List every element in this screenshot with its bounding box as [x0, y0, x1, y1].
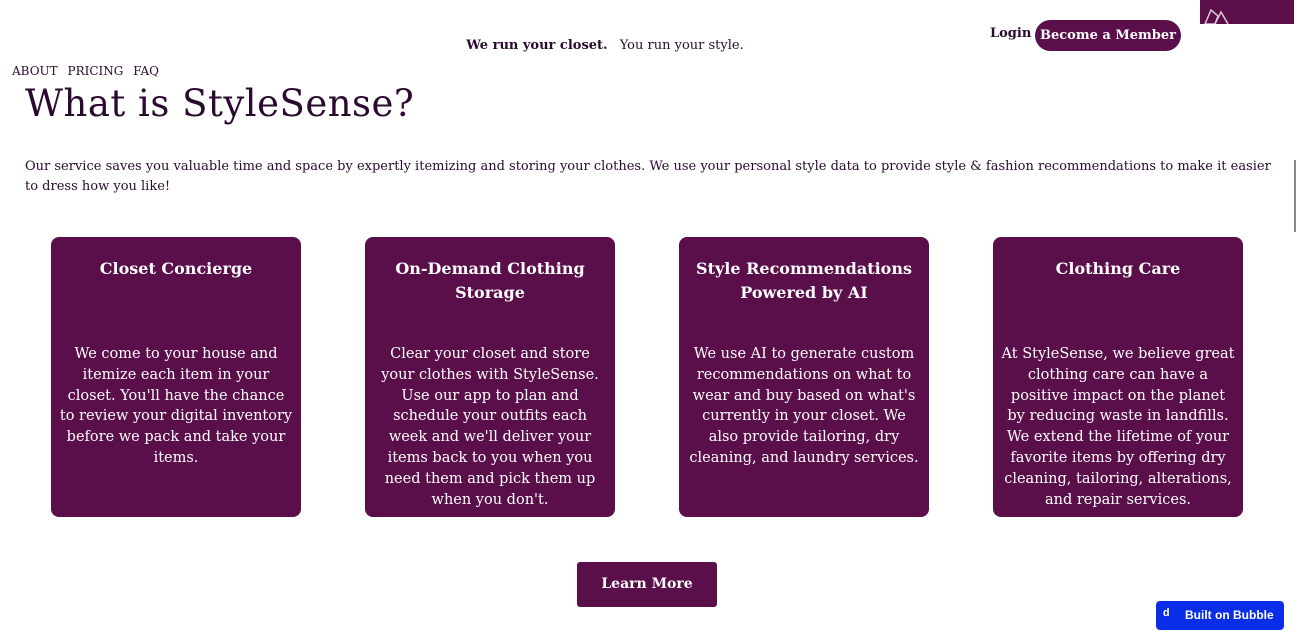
service-card-clothing-storage: On-Demand Clothing Storage Clear your cl…	[365, 237, 615, 517]
card-title: Clothing Care	[1055, 259, 1181, 278]
bubble-logo-icon: ᵈ	[1163, 607, 1170, 624]
card-body: We come to your house and itemize each i…	[59, 346, 293, 466]
nav-item-about[interactable]: ABOUT	[12, 64, 58, 78]
card-body: We use AI to generate custom recommendat…	[689, 346, 919, 466]
scrollbar[interactable]	[1294, 160, 1296, 232]
badge-label: Built on Bubble	[1185, 608, 1274, 622]
hanger-logo-icon	[1204, 8, 1229, 24]
login-link[interactable]: Login	[990, 26, 1031, 41]
nav-item-pricing[interactable]: PRICING	[68, 64, 124, 78]
top-nav: ABOUT PRICING FAQ	[12, 64, 165, 78]
nav-item-faq[interactable]: FAQ	[133, 64, 159, 78]
tagline-strong: We run your closet.	[466, 38, 608, 53]
page-title: What is StyleSense?	[25, 82, 415, 125]
service-card-style-recommendations: Style Recommendations Powered by AI We u…	[679, 237, 929, 517]
built-on-bubble-badge[interactable]: ᵈ Built on Bubble	[1156, 601, 1284, 630]
learn-more-button[interactable]: Learn More	[577, 562, 717, 607]
service-card-closet-concierge: Closet Concierge We come to your house a…	[51, 237, 301, 517]
logo[interactable]	[1200, 0, 1294, 24]
card-title: Style Recommendations Powered by AI	[696, 259, 912, 302]
service-card-clothing-care: Clothing Care At StyleSense, we believe …	[993, 237, 1243, 517]
card-body: At StyleSense, we believe great clothing…	[1001, 346, 1235, 508]
tagline-rest: You run your style.	[619, 38, 744, 53]
become-member-button[interactable]: Become a Member	[1035, 20, 1181, 51]
card-body: Clear your closet and store your clothes…	[381, 346, 599, 508]
intro-text: Our service saves you valuable time and …	[25, 159, 1271, 194]
card-title: On-Demand Clothing Storage	[395, 259, 585, 302]
card-title: Closet Concierge	[99, 259, 253, 278]
